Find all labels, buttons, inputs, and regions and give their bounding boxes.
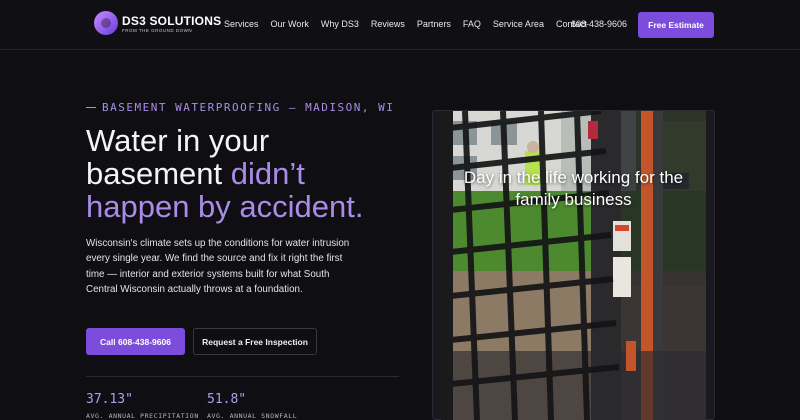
headline-accent-1: didn’t: [230, 156, 305, 191]
brand-logo[interactable]: DS3 SOLUTIONS FROM THE GROUND DOWN: [94, 11, 221, 35]
stat-snowfall-value: 51.8": [207, 392, 247, 407]
eyebrow-dash: [86, 107, 96, 108]
stat-snowfall-label: AVG. ANNUAL SNOWFALL: [207, 412, 298, 420]
nav-link-services[interactable]: Services: [224, 19, 259, 29]
hero-eyebrow: BASEMENT WATERPROOFING — MADISON, WI: [86, 101, 394, 114]
brand-name: DS3 SOLUTIONS: [122, 14, 222, 28]
stat-precipitation-value: 37.13": [86, 392, 133, 407]
stat-precipitation-label: AVG. ANNUAL PRECIPITATION: [86, 412, 199, 420]
hero-video[interactable]: Day in the life working for the family b…: [441, 111, 706, 420]
video-caption: Day in the life working for the family b…: [463, 168, 684, 209]
headline-line-1: Water in your: [86, 123, 270, 158]
headline-line-2: basement: [86, 156, 231, 191]
hero-eyebrow-text: BASEMENT WATERPROOFING — MADISON, WI: [102, 101, 395, 114]
nav-link-faq[interactable]: FAQ: [463, 19, 481, 29]
free-estimate-button[interactable]: Free Estimate: [638, 12, 714, 38]
headline-accent-2: happen by accident.: [86, 189, 364, 224]
call-button[interactable]: Call 608-438-9606: [86, 328, 185, 355]
hero-paragraph: Wisconsin's climate sets up the conditio…: [86, 238, 350, 296]
request-inspection-button[interactable]: Request a Free Inspection: [193, 328, 317, 355]
nav-phone-link[interactable]: 608-438-9606: [571, 19, 627, 29]
nav-links: Services Our Work Why DS3 Reviews Partne…: [224, 19, 599, 29]
nav-link-partners[interactable]: Partners: [417, 19, 451, 29]
video-still-image: [441, 111, 706, 420]
top-navigation: DS3 SOLUTIONS FROM THE GROUND DOWN Servi…: [0, 0, 800, 50]
nav-link-reviews[interactable]: Reviews: [371, 19, 405, 29]
stat-snowfall: 51.8" AVG. ANNUAL SNOWFALL: [207, 392, 297, 420]
brand-tagline: FROM THE GROUND DOWN: [122, 28, 193, 33]
hero-headline: Water in your basement didn’t happen by …: [86, 124, 416, 223]
stat-precipitation: 37.13" AVG. ANNUAL PRECIPITATION: [86, 392, 199, 420]
nav-link-why-ds3[interactable]: Why DS3: [321, 19, 359, 29]
brand-mark-icon: [94, 11, 118, 35]
stats-divider: [86, 376, 399, 377]
nav-link-service-area[interactable]: Service Area: [493, 19, 544, 29]
nav-link-our-work[interactable]: Our Work: [271, 19, 309, 29]
